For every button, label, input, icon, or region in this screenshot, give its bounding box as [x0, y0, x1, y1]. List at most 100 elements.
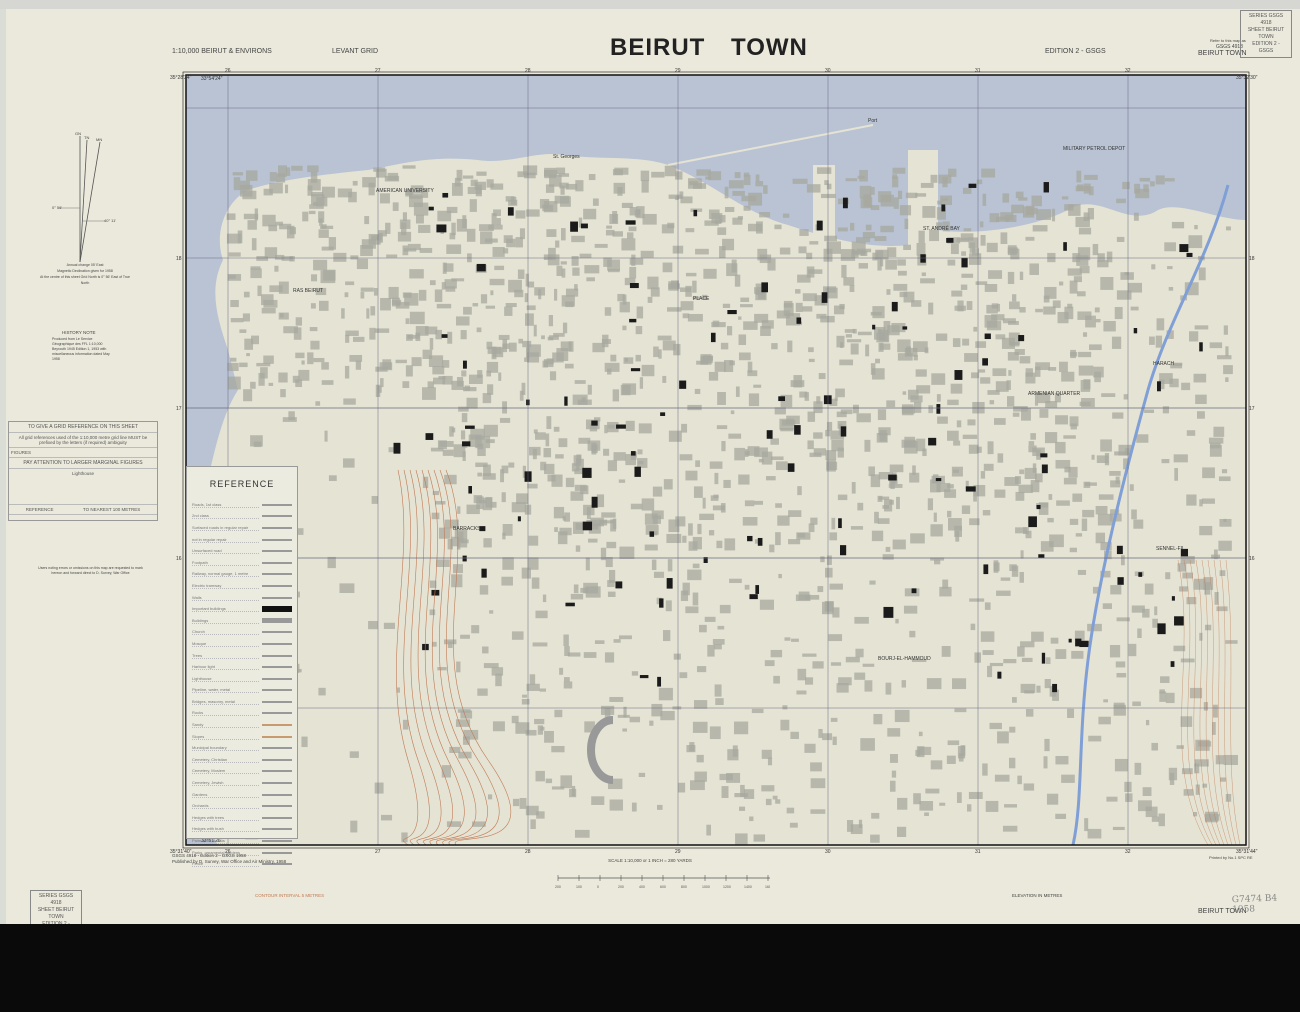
- urban-block: [982, 193, 987, 206]
- urban-block: [268, 382, 274, 386]
- urban-block: [374, 328, 390, 333]
- urban-block: [243, 389, 253, 402]
- urban-block: [375, 366, 388, 372]
- urban-block: [988, 270, 1003, 279]
- urban-block: [476, 327, 482, 333]
- urban-block: [1014, 476, 1021, 485]
- urban-block: [757, 248, 768, 261]
- urban-block: [559, 527, 572, 536]
- important-building: [693, 209, 698, 217]
- urban-block: [903, 244, 911, 250]
- urban-block: [1008, 757, 1016, 769]
- urban-block: [835, 388, 845, 398]
- urban-block: [865, 344, 870, 357]
- urban-block: [871, 812, 880, 819]
- urban-block: [619, 546, 635, 559]
- urban-block: [993, 560, 999, 573]
- urban-block: [584, 265, 600, 274]
- urban-block: [1225, 640, 1238, 644]
- urban-block: [909, 472, 920, 483]
- urban-block: [518, 338, 523, 344]
- legend-item: Slopes: [187, 731, 297, 743]
- urban-block: [343, 398, 356, 405]
- urban-block: [311, 274, 318, 282]
- urban-block: [1067, 303, 1073, 309]
- urban-block: [901, 404, 914, 416]
- urban-block: [991, 314, 1005, 321]
- urban-block: [1133, 212, 1139, 221]
- urban-block: [693, 700, 708, 709]
- urban-block: [727, 326, 733, 336]
- important-building: [883, 606, 894, 618]
- important-building: [1179, 244, 1189, 253]
- urban-block: [527, 483, 538, 489]
- urban-block: [606, 225, 613, 229]
- urban-block: [427, 381, 434, 388]
- urban-block: [397, 231, 412, 242]
- legend-item: Important buildings: [187, 603, 297, 615]
- urban-block: [402, 292, 412, 298]
- urban-block: [328, 237, 337, 250]
- urban-block: [818, 373, 826, 380]
- urban-block: [1020, 550, 1024, 559]
- legend-label: Footpath: [192, 560, 259, 566]
- urban-block: [1138, 800, 1152, 812]
- urban-block: [871, 530, 884, 542]
- urban-block: [406, 334, 413, 341]
- urban-block: [979, 221, 984, 228]
- top-band: [0, 0, 1300, 9]
- legend-symbol: [262, 712, 292, 715]
- urban-block: [522, 694, 528, 698]
- urban-block: [1202, 467, 1215, 479]
- urban-block: [352, 336, 365, 342]
- urban-block: [931, 373, 946, 385]
- map-sheet[interactable]: 262627272828292930303131323218 1817 1716 16…: [168, 60, 1268, 860]
- urban-block: [409, 311, 425, 325]
- urban-block: [565, 183, 578, 190]
- urban-block: [956, 792, 962, 803]
- urban-block: [712, 639, 725, 645]
- urban-block: [744, 584, 750, 590]
- urban-block: [607, 460, 618, 472]
- urban-block: [517, 171, 528, 178]
- urban-block: [511, 715, 519, 724]
- urban-block: [754, 500, 764, 505]
- important-building: [983, 564, 989, 575]
- urban-block: [992, 368, 1007, 377]
- legend-item: Surfaced roads in regular repair: [187, 522, 297, 534]
- urban-block: [629, 716, 641, 723]
- urban-block: [920, 182, 934, 188]
- urban-block: [980, 631, 995, 642]
- urban-block: [997, 731, 1009, 744]
- urban-block: [596, 494, 605, 508]
- map-title: BEIRUT TOWN: [610, 34, 808, 61]
- legend-label: Mosque: [192, 641, 259, 647]
- urban-block: [989, 400, 995, 405]
- urban-block: [1068, 466, 1078, 478]
- urban-block: [350, 820, 358, 833]
- urban-block: [854, 616, 869, 624]
- urban-block: [887, 325, 900, 336]
- important-building: [625, 220, 636, 225]
- urban-block: [609, 799, 623, 811]
- urban-block: [894, 709, 910, 723]
- urban-block: [453, 564, 463, 574]
- easting-label-top: 31: [975, 68, 981, 74]
- urban-block: [242, 313, 250, 322]
- urban-block: [609, 696, 624, 702]
- urban-block: [954, 708, 967, 713]
- urban-block: [339, 583, 355, 593]
- urban-block: [1025, 372, 1036, 384]
- urban-block: [437, 440, 447, 449]
- urban-block: [897, 339, 911, 353]
- urban-block: [693, 486, 703, 498]
- place-label: St. Georges: [553, 154, 580, 160]
- easting-label-top: 29: [675, 68, 681, 74]
- important-building: [794, 425, 801, 435]
- place-label: ST. ANDRÉ BAY: [923, 225, 961, 232]
- legend-label: Cemetery, Moslem: [192, 768, 259, 775]
- legend-symbol: [262, 782, 292, 785]
- urban-block: [583, 582, 598, 594]
- urban-block: [699, 513, 715, 521]
- important-building: [1052, 683, 1058, 693]
